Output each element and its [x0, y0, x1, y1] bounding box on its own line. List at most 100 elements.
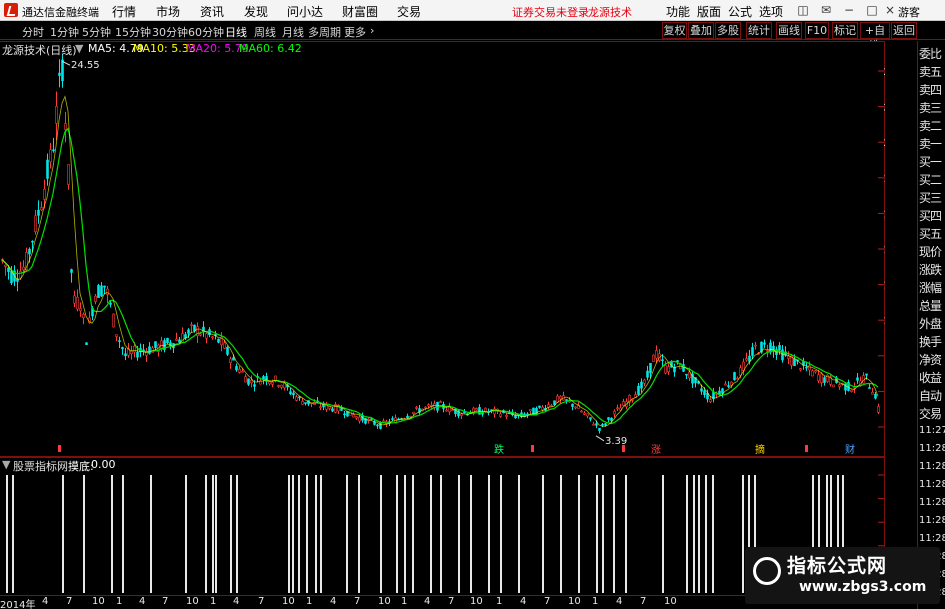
tab-daily[interactable]: 日线 [225, 24, 247, 40]
menu-caifuquan[interactable]: 财富圈 [342, 3, 378, 20]
tab-30min[interactable]: 30分钟 [152, 24, 188, 40]
quote-field-label[interactable]: 交易 [919, 405, 945, 423]
time-tick-label: 4 [520, 596, 527, 607]
quote-field-label[interactable]: 涨幅 [919, 279, 945, 297]
candle-body [166, 338, 169, 344]
menu-gongshi[interactable]: 公式 [728, 3, 752, 20]
login-status[interactable]: 证券交易未登录 [512, 4, 589, 20]
candle-body [856, 377, 859, 381]
event-marker[interactable]: 跌 [494, 443, 504, 456]
minimize-icon[interactable]: − [841, 2, 857, 18]
candle-body [604, 423, 607, 426]
candle-body [121, 347, 124, 350]
menu-banmian[interactable]: 版面 [697, 3, 721, 20]
tab-60min[interactable]: 60分钟 [188, 24, 224, 40]
candle-body [451, 409, 454, 411]
quote-field-label[interactable]: 买三 [919, 189, 945, 207]
mail-icon[interactable]: ✉ [818, 2, 834, 18]
menu-zixun[interactable]: 资讯 [200, 3, 224, 20]
candle-body [373, 421, 376, 425]
signal-bar [380, 475, 382, 593]
event-marker[interactable]: 财 [845, 443, 855, 456]
candle-body [175, 338, 178, 341]
btn-diejia[interactable]: 叠加 [688, 22, 714, 39]
quote-field-label[interactable]: 现价 [919, 243, 945, 261]
tab-more[interactable]: 更多 [344, 24, 366, 40]
event-marker[interactable]: 摘 [755, 443, 765, 456]
quote-field-label[interactable]: 自动 [919, 387, 945, 405]
candle-body [229, 358, 232, 363]
time-tick-label: 10 [92, 596, 105, 607]
menu-faxian[interactable]: 发现 [244, 3, 268, 20]
quote-field-label[interactable]: 买五 [919, 225, 945, 243]
chevron-down-icon[interactable]: ▼ [75, 42, 83, 55]
tab-15min[interactable]: 15分钟 [115, 24, 151, 40]
quote-field-label[interactable]: 总量 [919, 297, 945, 315]
event-flag[interactable] [531, 445, 534, 452]
candle-body [601, 423, 604, 426]
quote-field-label[interactable]: 换手 [919, 333, 945, 351]
tab-monthly[interactable]: 月线 [282, 24, 304, 40]
candle-body [82, 313, 85, 318]
quote-field-label[interactable]: 委比 [919, 45, 945, 63]
menu-hangqing[interactable]: 行情 [112, 3, 136, 20]
tab-1min[interactable]: 1分钟 [50, 24, 79, 40]
tab-multi-period[interactable]: 多周期 [308, 24, 341, 40]
sub-indicator-name[interactable]: 股票指标网 [13, 458, 68, 474]
price-tick-label: 10.00 [883, 316, 885, 327]
btn-fuquan[interactable]: 复权 [662, 22, 687, 39]
quote-field-label[interactable]: 买二 [919, 171, 945, 189]
menu-shichang[interactable]: 市场 [156, 3, 180, 20]
btn-duogu[interactable]: 多股 [715, 22, 741, 39]
candle-body [112, 313, 115, 328]
chevron-down-icon[interactable]: ▼ [2, 458, 10, 471]
quote-field-label[interactable]: 卖一 [919, 135, 945, 153]
kline-chart[interactable]: 24.00 22.00 20.00 18.00 16.00 14.00 12.00 10.00… [0, 41, 885, 457]
btn-huaxian[interactable]: 画线 [776, 22, 802, 39]
quote-field-label[interactable]: 涨跌 [919, 261, 945, 279]
signal-bar [412, 475, 414, 593]
btn-tongji[interactable]: 统计 [746, 22, 772, 39]
event-flag[interactable] [622, 445, 625, 452]
candle-body [655, 350, 658, 359]
signal-bar [705, 475, 707, 593]
quote-field-label[interactable]: 收益 [919, 369, 945, 387]
tick-time: 11:28 [919, 533, 945, 544]
user-guest[interactable]: 游客 [898, 4, 920, 20]
menu-gongneng[interactable]: 功能 [666, 3, 690, 20]
quote-field-label[interactable]: 净资 [919, 351, 945, 369]
candle-body [811, 370, 814, 377]
event-flag[interactable] [805, 445, 808, 452]
signal-bar [470, 475, 472, 593]
quote-field-label[interactable]: 卖五 [919, 63, 945, 81]
candle-body [40, 207, 43, 211]
menu-jiaoyi[interactable]: 交易 [397, 3, 421, 20]
tab-fenshi[interactable]: 分时 [22, 24, 44, 40]
quote-field-label[interactable]: 买一 [919, 153, 945, 171]
candle-body [379, 421, 382, 429]
tab-5min[interactable]: 5分钟 [82, 24, 111, 40]
candle-body [22, 266, 25, 271]
chevron-right-icon[interactable]: › [370, 24, 374, 37]
candle-body [205, 333, 208, 339]
maximize-icon[interactable]: □ [864, 2, 880, 18]
btn-add-favorite[interactable]: +自选 [860, 22, 890, 52]
btn-biaoji[interactable]: 标记 [832, 22, 858, 39]
close-icon[interactable]: × [882, 2, 898, 18]
menu-wenxiaoda[interactable]: 问小达 [287, 3, 323, 20]
event-marker[interactable]: 涨 [651, 444, 661, 456]
headset-icon[interactable]: ◫ [795, 2, 811, 18]
quote-field-label[interactable]: 外盘 [919, 315, 945, 333]
candle-body [607, 417, 610, 420]
tab-weekly[interactable]: 周线 [254, 24, 276, 40]
time-tick-label: 1 [496, 596, 503, 607]
candle-body [559, 396, 562, 400]
quote-field-label[interactable]: 卖三 [919, 99, 945, 117]
btn-back[interactable]: 返回 [891, 22, 917, 39]
menu-xuanxiang[interactable]: 选项 [759, 3, 783, 20]
btn-f10[interactable]: F10 [805, 22, 829, 39]
quote-field-label[interactable]: 卖二 [919, 117, 945, 135]
quote-field-label[interactable]: 买四 [919, 207, 945, 225]
quote-field-label[interactable]: 卖四 [919, 81, 945, 99]
event-flag[interactable] [58, 445, 61, 452]
